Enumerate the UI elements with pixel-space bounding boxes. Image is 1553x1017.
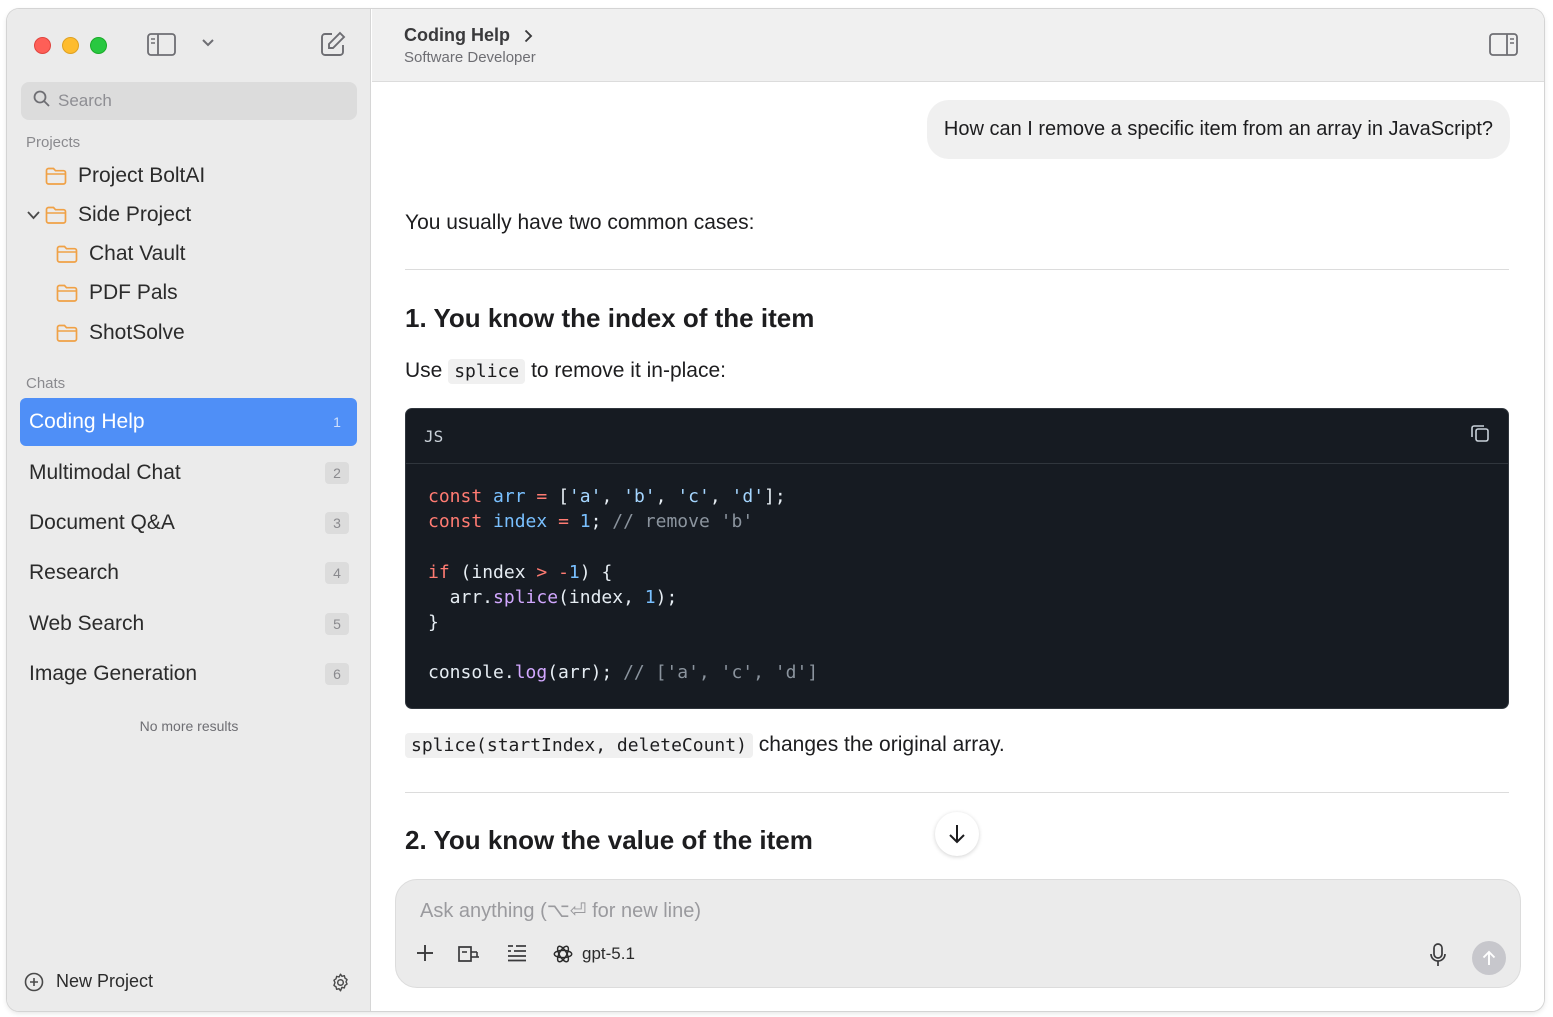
new-project-label: New Project: [56, 971, 154, 991]
code-block: JS const arr = ['a', 'b', 'c', 'd']; con…: [405, 408, 1509, 709]
composer: gpt-5.1: [395, 879, 1521, 988]
code-block-header: JS: [406, 409, 1508, 464]
chat-subtitle: Software Developer: [404, 49, 536, 66]
scroll-to-bottom-button[interactable]: [935, 812, 979, 856]
chat-count-badge: 3: [325, 512, 349, 534]
compose-icon[interactable]: [320, 31, 346, 57]
inline-code-splice-signature: splice(startIndex, deleteCount): [405, 733, 753, 758]
splice-note: changes the original array.: [758, 733, 1005, 756]
zoom-window-button[interactable]: [90, 37, 107, 54]
assistant-tools-icon[interactable]: [457, 944, 483, 964]
chat-label: Coding Help: [29, 410, 145, 433]
sidebar-toggle-icon[interactable]: [147, 33, 176, 56]
arrow-down-icon: [949, 825, 965, 844]
model-name: gpt-5.1: [582, 944, 635, 963]
copy-icon[interactable]: [1470, 423, 1490, 449]
microphone-icon[interactable]: [1430, 943, 1446, 967]
use-prefix: Use: [405, 359, 443, 382]
chats-section-label: Chats: [26, 375, 66, 392]
user-message-bubble: How can I remove a specific item from an…: [926, 100, 1510, 159]
code-language-label: JS: [424, 426, 444, 446]
project-item-project-boltai[interactable]: Project BoltAI: [45, 159, 205, 193]
chevron-down-icon[interactable]: [202, 39, 214, 47]
user-message-text: How can I remove a specific item from an…: [943, 118, 1493, 140]
use-suffix: to remove it in-place:: [531, 359, 726, 382]
chat-header: Coding Help Software Developer: [372, 9, 1544, 82]
openai-icon: [553, 945, 573, 963]
heading-value-case: 2. You know the value of the item: [405, 825, 813, 855]
plus-circle-icon: [24, 972, 44, 991]
close-window-button[interactable]: [34, 37, 51, 54]
plus-icon[interactable]: [416, 944, 434, 962]
chat-item-coding-help[interactable]: Coding Help 1: [20, 398, 357, 446]
chat-count-badge: 2: [325, 462, 349, 484]
search-icon: [33, 90, 50, 112]
search-input[interactable]: [58, 91, 338, 111]
projects-section-label: Projects: [26, 134, 81, 151]
chat-title-button[interactable]: Coding Help: [404, 25, 533, 46]
chat-label: Image Generation: [29, 662, 198, 685]
chat-item-image-generation[interactable]: Image Generation 6: [20, 650, 357, 698]
use-splice-paragraph: Use splice to remove it in-place:: [405, 359, 726, 384]
folder-icon: [45, 206, 67, 224]
chevron-right-icon: [524, 29, 533, 42]
divider: [405, 269, 1509, 270]
new-project-button[interactable]: New Project: [24, 971, 153, 992]
chat-label: Web Search: [29, 612, 145, 635]
folder-icon: [45, 167, 67, 185]
chat-count-badge: 6: [325, 663, 349, 685]
divider: [405, 792, 1509, 793]
chat-label: Document Q&A: [29, 511, 175, 534]
project-label: Side Project: [78, 203, 192, 226]
chevron-down-icon[interactable]: [27, 207, 40, 225]
project-item-shotsolve[interactable]: ShotSolve: [56, 316, 185, 350]
sidebar: Projects Project BoltAI Side Project Cha…: [7, 9, 371, 1011]
chat-count-badge: 1: [333, 414, 341, 430]
chat-count-badge: 4: [325, 562, 349, 584]
chat-title: Coding Help: [404, 25, 510, 45]
project-item-side-project[interactable]: Side Project: [45, 198, 191, 232]
main-panel: Coding Help Software Developer How can I…: [372, 9, 1544, 1011]
arrow-up-icon: [1482, 950, 1496, 965]
project-label: ShotSolve: [89, 321, 185, 344]
gear-icon[interactable]: [330, 972, 351, 993]
chat-item-research[interactable]: Research 4: [20, 549, 357, 597]
search-bar[interactable]: [21, 82, 357, 120]
chat-item-web-search[interactable]: Web Search 5: [20, 600, 357, 648]
project-item-pdf-pals[interactable]: PDF Pals: [56, 276, 178, 310]
folder-icon: [56, 284, 78, 302]
no-more-results-text: No more results: [139, 718, 239, 734]
right-panel-toggle-icon[interactable]: [1489, 33, 1518, 56]
send-button[interactable]: [1472, 941, 1506, 975]
project-label: PDF Pals: [89, 281, 178, 304]
chat-item-multimodal-chat[interactable]: Multimodal Chat 2: [20, 449, 357, 497]
project-item-chat-vault[interactable]: Chat Vault: [56, 237, 186, 271]
chat-item-document-qa[interactable]: Document Q&A 3: [20, 499, 357, 547]
heading-index-case: 1. You know the index of the item: [405, 303, 815, 333]
message-input[interactable]: [420, 900, 1420, 923]
splice-explanation: splice(startIndex, deleteCount) changes …: [405, 733, 1005, 758]
code-content: const arr = ['a', 'b', 'c', 'd']; const …: [428, 486, 819, 684]
model-selector[interactable]: gpt-5.1: [552, 943, 635, 965]
chat-count-badge: 5: [325, 613, 349, 635]
chat-label: Research: [29, 561, 119, 584]
response-intro: You usually have two common cases:: [405, 211, 755, 234]
folder-icon: [56, 324, 78, 342]
prompt-library-icon[interactable]: [506, 944, 528, 962]
chat-label: Multimodal Chat: [29, 461, 181, 484]
project-label: Chat Vault: [89, 242, 186, 265]
folder-icon: [56, 245, 78, 263]
project-label: Project BoltAI: [78, 164, 206, 187]
app-window: Projects Project BoltAI Side Project Cha…: [7, 9, 1544, 1011]
minimize-window-button[interactable]: [62, 37, 79, 54]
inline-code-splice: splice: [448, 359, 526, 384]
